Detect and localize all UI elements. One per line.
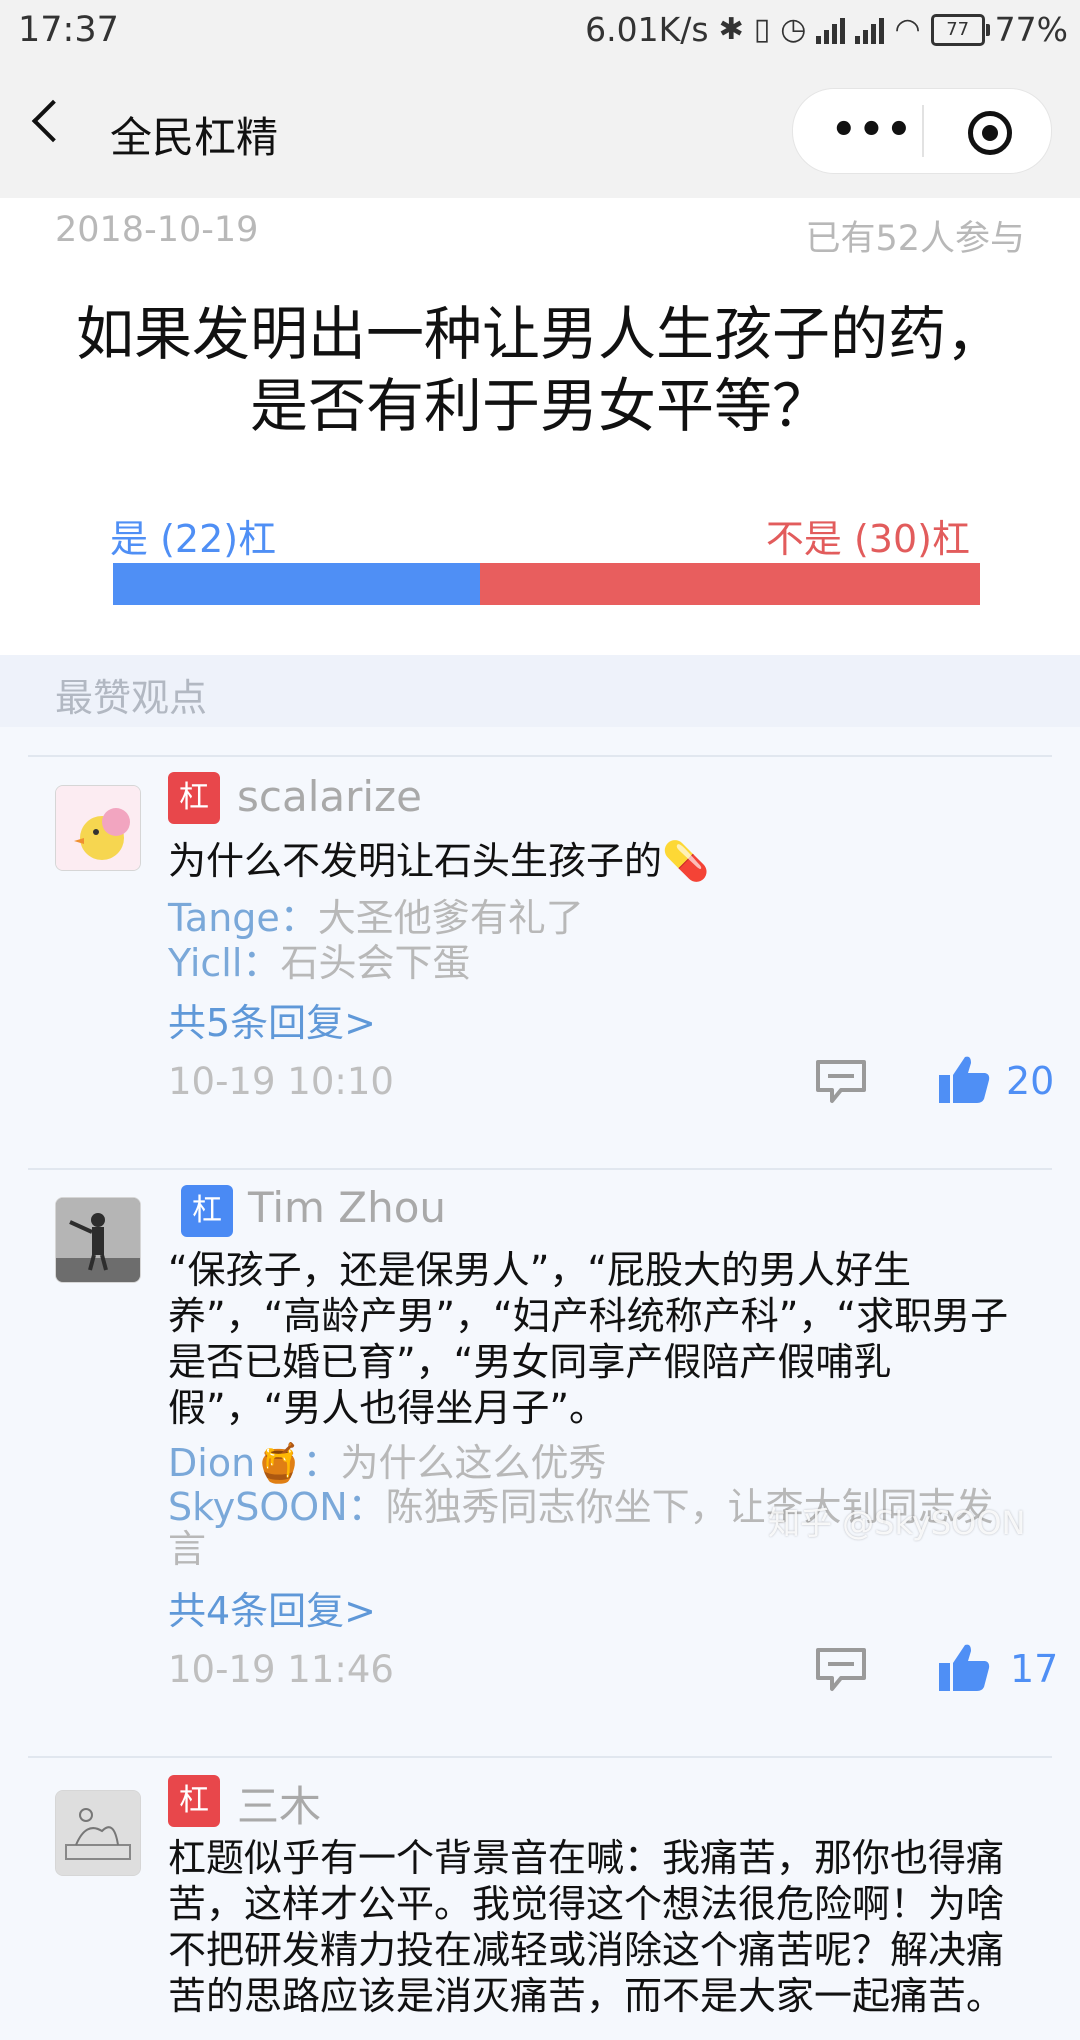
battery-percent: 77% — [994, 10, 1068, 49]
close-miniprogram-icon[interactable] — [968, 111, 1012, 155]
comment-time: 10-19 10:10 — [168, 1060, 394, 1103]
comment-time: 10-19 11:46 — [168, 1648, 394, 1691]
reply-text: 石头会下蛋 — [280, 941, 471, 985]
wifi-icon: ◠ — [894, 11, 921, 47]
page-title: 全民杠精 — [110, 113, 279, 162]
status-bar: 17:37 6.01K/s ✱ ▯ ◷ ◠ 77 77% — [0, 0, 1080, 64]
avatar[interactable] — [55, 1197, 141, 1283]
status-time: 17:37 — [18, 10, 119, 50]
signal-icon-2 — [855, 16, 885, 44]
like-count: 17 — [1010, 1647, 1059, 1691]
battery-icon: 77 — [930, 13, 990, 46]
divider — [28, 1756, 1052, 1758]
comment-text: 为什么不发明让石头生孩子的💊 — [168, 839, 710, 883]
topic-question: 如果发明出一种让男人生孩子的药，是否有利于男女平等？ — [75, 300, 1004, 440]
capsule-divider — [922, 105, 924, 157]
signal-icon — [816, 16, 846, 44]
vote-no-label[interactable]: 不是 (30)杠 — [766, 508, 970, 563]
back-arrow-icon[interactable] — [31, 99, 75, 143]
photo-avatar-icon — [56, 1198, 140, 1282]
like-thumb-icon[interactable] — [937, 1053, 991, 1105]
topic-date: 2018-10-19 — [55, 210, 259, 250]
comment-text: “保孩子，还是保男人”，“屁股大的男人好生养”，“高龄产男”，“妇产科统称产科”… — [168, 1248, 1009, 1430]
alarm-icon: ◷ — [780, 11, 807, 47]
stance-badge: 杠 — [181, 1185, 233, 1237]
divider — [28, 755, 1052, 757]
reply-comment-icon[interactable] — [815, 1647, 867, 1693]
more-replies-link[interactable]: 共5条回复> — [168, 992, 376, 1047]
reply-author: SkySOON： — [168, 1485, 386, 1529]
reply-author: Dion🍯： — [168, 1441, 341, 1485]
like-count: 20 — [1006, 1059, 1055, 1103]
reply-text: 为什么这么优秀 — [340, 1441, 607, 1485]
network-speed: 6.01K/s — [585, 10, 709, 49]
vote-yes-label[interactable]: 是 (22)杠 — [110, 508, 276, 563]
chick-avatar-icon — [56, 786, 140, 870]
vote-yes-fill — [113, 563, 480, 605]
bluetooth-icon: ✱ — [718, 11, 744, 47]
vibrate-icon: ▯ — [753, 11, 771, 47]
vote-ratio-bar — [113, 563, 980, 605]
comment-username[interactable]: Tim Zhou — [248, 1183, 446, 1232]
sketch-avatar-icon — [56, 1791, 140, 1875]
miniprogram-capsule: ••• — [792, 88, 1052, 174]
status-icons: 6.01K/s ✱ ▯ ◷ ◠ 77 77% — [585, 10, 1068, 49]
participant-count: 已有52人参与 — [805, 219, 1025, 259]
reply-item[interactable]: Tange：大圣他爹有礼了 — [168, 896, 1028, 940]
section-header: 最赞观点 — [0, 655, 1080, 727]
stance-badge: 杠 — [168, 772, 220, 824]
stance-badge: 杠 — [168, 1775, 220, 1827]
avatar[interactable] — [55, 1790, 141, 1876]
comment-username[interactable]: scalarize — [237, 772, 422, 821]
like-thumb-icon[interactable] — [937, 1641, 991, 1693]
reply-author: Tange： — [168, 896, 318, 940]
watermark: 知乎 @SkySOON — [768, 1504, 1026, 1542]
divider — [28, 1168, 1052, 1170]
comment-username[interactable]: 三木 — [237, 1773, 321, 1834]
reply-text: 大圣他爹有礼了 — [317, 896, 584, 940]
section-title: 最赞观点 — [55, 676, 208, 720]
comment-text: 杠题似乎有一个背景音在喊：我痛苦，那你也得痛苦，这样才公平。我觉得这个想法很危险… — [168, 1836, 1005, 2018]
reply-comment-icon[interactable] — [815, 1059, 867, 1105]
more-icon[interactable]: ••• — [831, 110, 914, 150]
more-replies-link[interactable]: 共4条回复> — [168, 1580, 376, 1635]
avatar[interactable] — [55, 785, 141, 871]
reply-item[interactable]: Yicll：石头会下蛋 — [168, 941, 1028, 985]
nav-bar: 全民杠精 ••• — [0, 64, 1080, 198]
reply-author: Yicll： — [168, 941, 281, 985]
reply-item[interactable]: Dion🍯：为什么这么优秀 — [168, 1441, 1028, 1485]
